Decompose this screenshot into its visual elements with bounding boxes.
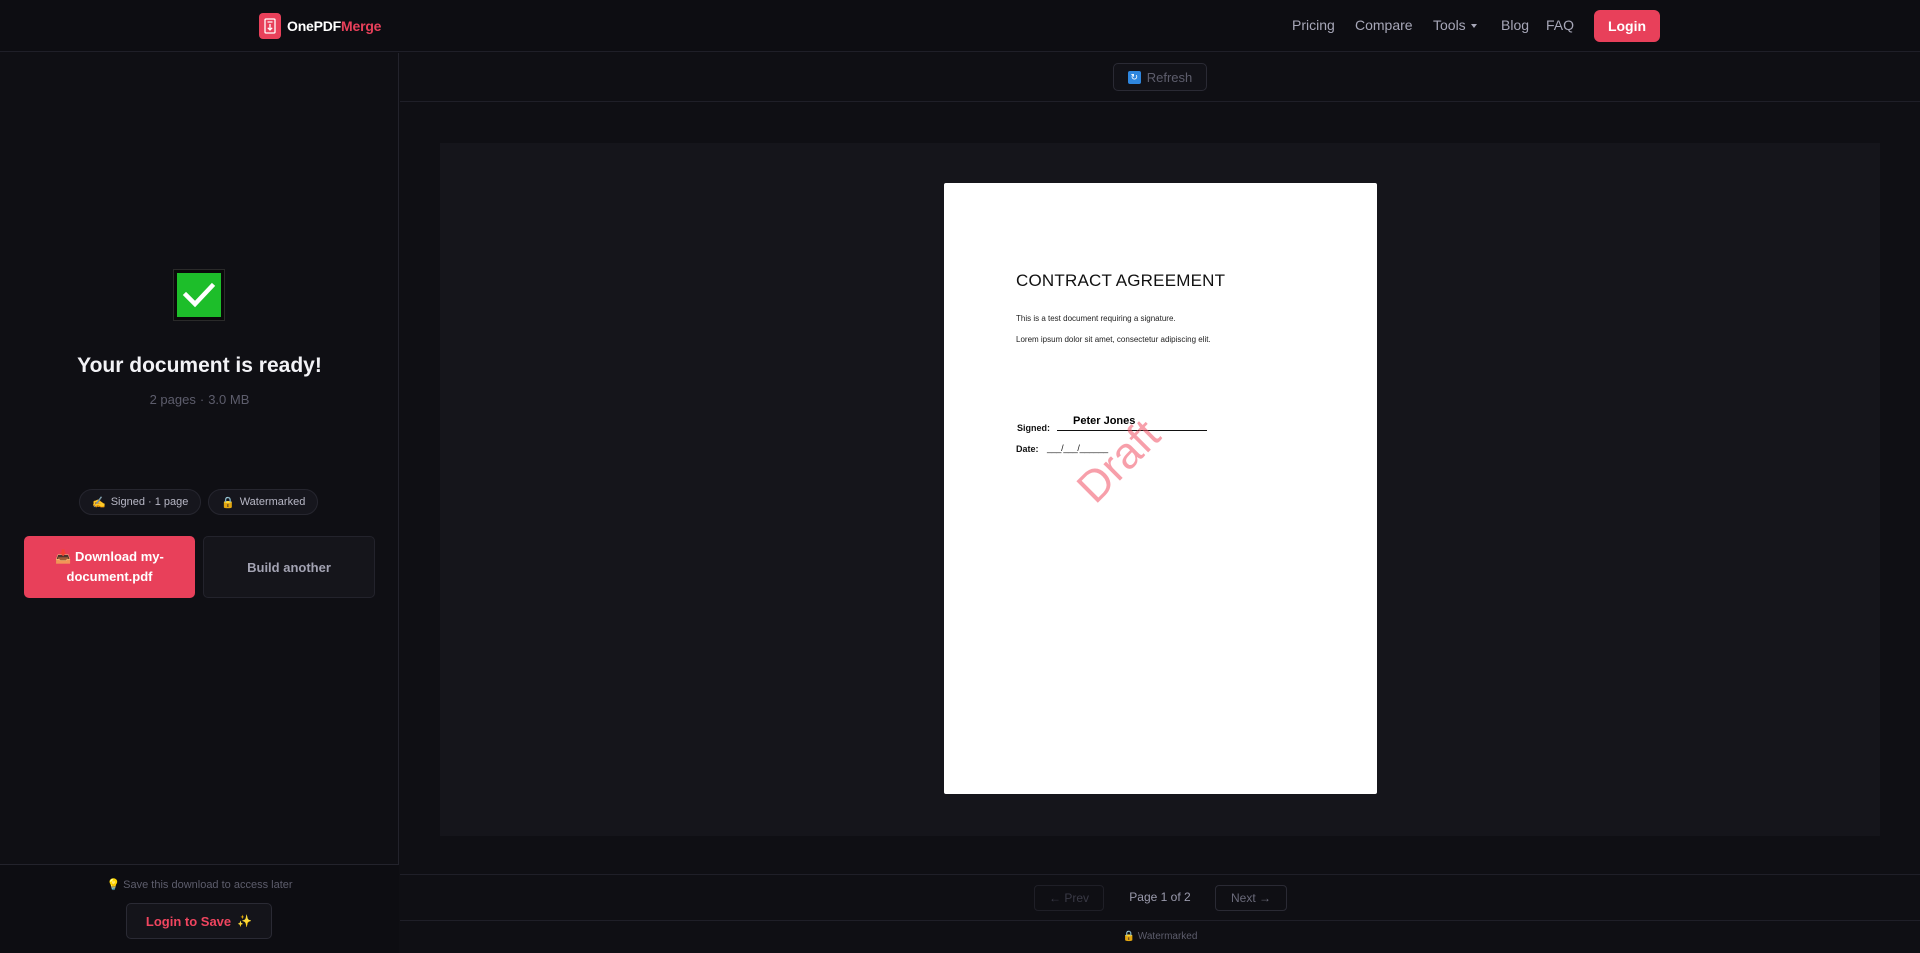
meta-separator: · [199, 392, 205, 407]
next-page-button[interactable]: Next → [1215, 885, 1287, 911]
document-line-1: This is a test document requiring a sign… [1016, 314, 1176, 323]
lock-icon: 🔒 [221, 496, 235, 509]
pdf-logo-icon [259, 13, 281, 39]
login-to-save-label: Login to Save [145, 913, 232, 929]
watermarked-badge: 🔒 Watermarked [208, 489, 319, 515]
nav-tools-dropdown[interactable]: Tools [1433, 17, 1477, 33]
nav-pricing[interactable]: Pricing [1292, 17, 1335, 33]
prev-page-button[interactable]: ← Prev [1034, 885, 1104, 911]
check-icon [173, 269, 225, 321]
build-another-button[interactable]: Build another [203, 536, 375, 598]
sparkles-icon: ✨ [237, 914, 253, 928]
login-button[interactable]: Login [1594, 10, 1660, 42]
document-line-2: Lorem ipsum dolor sit amet, consectetur … [1016, 335, 1211, 344]
brand-name-part1: OnePDF [287, 18, 342, 34]
brand-name: OnePDFMerge [287, 18, 381, 34]
download-button[interactable]: 📥 Download my-document.pdf [24, 536, 195, 598]
nav-compare[interactable]: Compare [1355, 17, 1413, 33]
download-button-label: Download my-document.pdf [66, 549, 164, 584]
login-to-save-button[interactable]: Login to Save ✨ [126, 903, 272, 939]
refresh-button[interactable]: ↻ Refresh [1113, 63, 1207, 91]
watermark-status: 🔒 Watermarked [1120, 931, 1200, 942]
brand-name-part2: Merge [341, 18, 382, 34]
signed-badge: ✍️ Signed · 1 page [79, 489, 202, 515]
page-count: 2 pages [149, 392, 196, 407]
refresh-button-label: Refresh [1146, 69, 1193, 85]
document-page-preview: CONTRACT AGREEMENT This is a test docume… [944, 183, 1377, 794]
lightbulb-icon: 💡 [106, 879, 121, 891]
watermarked-badge-label: Watermarked [239, 496, 306, 508]
watermark-status-label: Watermarked [1137, 931, 1198, 942]
ready-title: Your document is ready! [77, 354, 322, 377]
file-size: 3.0 MB [208, 392, 250, 407]
brand-logo-link[interactable]: OnePDFMerge [259, 13, 381, 39]
nav-blog[interactable]: Blog [1501, 17, 1529, 33]
download-icon: 📥 [55, 549, 72, 564]
page-indicator: Page 1 of 2 [1129, 890, 1191, 904]
signed-label: Signed: [1017, 423, 1050, 433]
signed-badge-label: Signed · 1 page [110, 496, 189, 508]
document-title: CONTRACT AGREEMENT [1016, 271, 1226, 290]
refresh-icon: ↻ [1127, 70, 1141, 84]
date-label: Date: [1016, 444, 1039, 454]
save-hint-text: Save this download to access later [123, 879, 293, 891]
save-hint: 💡 Save this download to access later [0, 878, 399, 891]
lock-icon: 🔒 [1122, 931, 1135, 942]
nav-tools-label: Tools [1433, 17, 1466, 33]
document-meta: 2 pages · 3.0 MB [0, 392, 399, 407]
writing-hand-icon: ✍️ [92, 496, 106, 509]
chevron-down-icon [1470, 23, 1477, 28]
nav-faq[interactable]: FAQ [1546, 17, 1574, 33]
